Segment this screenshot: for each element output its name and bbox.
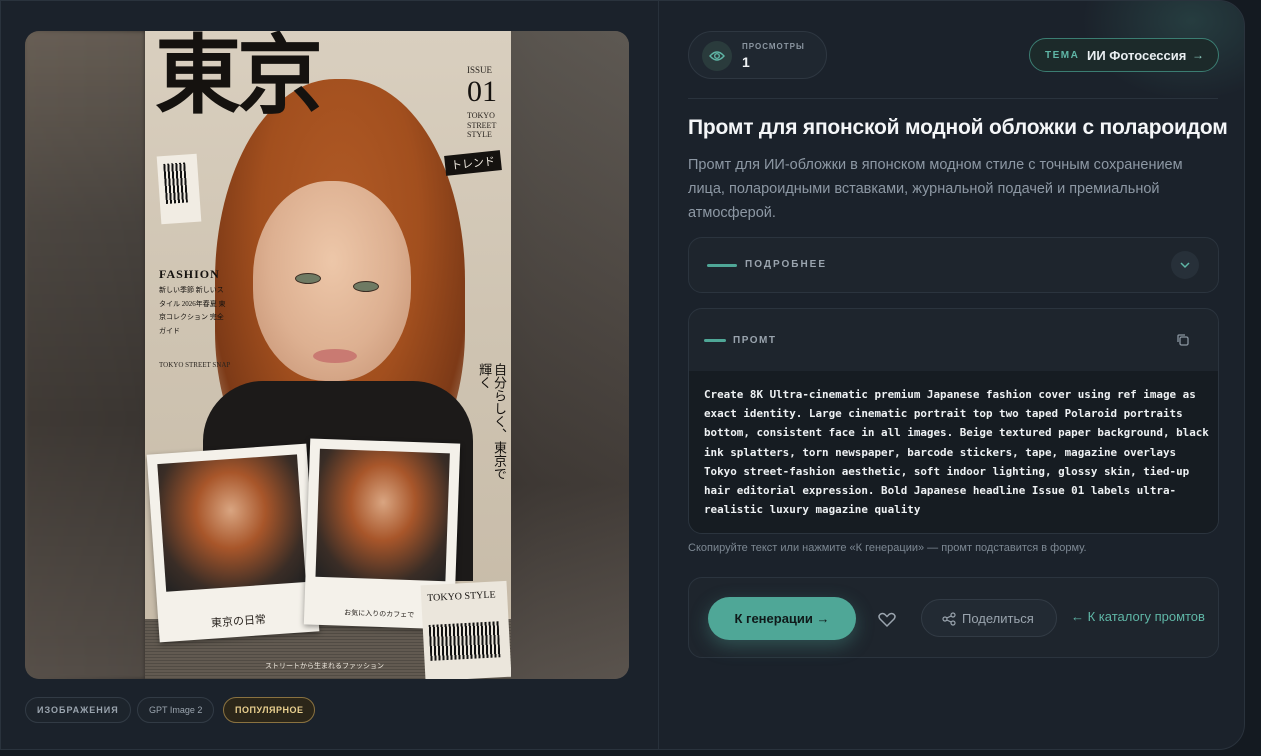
fashion-title: FASHION xyxy=(159,267,220,281)
accent-line xyxy=(704,339,726,342)
fashion-block: FASHION 新しい季節 新しいスタイル 2026年春夏 東京コレクション 完… xyxy=(159,267,229,338)
barcode xyxy=(428,621,501,661)
blurred-background-right xyxy=(511,31,629,679)
barcode-sticker xyxy=(156,153,202,225)
accent-line xyxy=(707,264,737,267)
tag-popular[interactable]: ПОПУЛЯРНОЕ xyxy=(223,697,316,723)
tag-model[interactable]: GPT Image 2 xyxy=(137,697,215,723)
prompt-header: ПРОМТ xyxy=(689,309,1218,371)
blurred-background-left xyxy=(25,31,145,679)
tag-images[interactable]: ИЗОБРАЖЕНИЯ xyxy=(25,697,131,723)
column-divider xyxy=(658,1,659,749)
details-accordion[interactable]: ПОДРОБНЕЕ xyxy=(688,237,1219,293)
views-label: ПРОСМОТРЫ xyxy=(742,42,805,51)
magazine-cover: 東京 ISSUE 01 TOKYO STREET STYLE トレンド FASH… xyxy=(145,31,511,679)
prompt-text[interactable]: Create 8K Ultra-cinematic premium Japane… xyxy=(704,385,1209,519)
polaroid-photo xyxy=(157,454,306,592)
lips xyxy=(313,349,357,363)
actions-bar: К генерации → Поделиться ← К каталогу пр… xyxy=(688,577,1219,658)
issue-subtitle: TOKYO STREET STYLE xyxy=(467,111,497,140)
copy-icon[interactable] xyxy=(1176,333,1190,352)
page-description: Промт для ИИ-обложки в японском модном с… xyxy=(688,157,1183,221)
views-counter: ПРОСМОТРЫ 1 xyxy=(688,31,827,79)
preview-image[interactable]: 東京 ISSUE 01 TOKYO STREET STYLE トレンド FASH… xyxy=(25,31,629,679)
page-title: Промт для японской модной обложки с пола… xyxy=(688,116,1228,139)
details-label: ПОДРОБНЕЕ xyxy=(745,259,828,270)
polaroid-1: 東京の日常 xyxy=(146,443,320,643)
back-to-catalog-link[interactable]: ← К каталогу промтов xyxy=(1071,609,1205,624)
theme-key: ТЕМА xyxy=(1045,50,1080,61)
fashion-lines: 新しい季節 新しいスタイル 2026年春夏 東京コレクション 完全ガイド xyxy=(159,285,226,335)
copy-hint: Скопируйте текст или нажмите «К генераци… xyxy=(688,542,1087,554)
cover-headline: 東京 xyxy=(155,31,323,126)
generate-button[interactable]: К генерации → xyxy=(708,597,856,640)
polaroid-photo xyxy=(315,448,450,582)
chevron-down-icon[interactable] xyxy=(1171,251,1199,279)
left-eye xyxy=(295,273,321,284)
tokyo-snap-label: TOKYO STREET SNAP xyxy=(159,361,231,369)
prompt-label: ПРОМТ xyxy=(733,335,777,346)
bottom-strip-text: ストリートから生まれるファッション xyxy=(265,663,384,670)
prompt-card: 東京 ISSUE 01 TOKYO STREET STYLE トレンド FASH… xyxy=(0,0,1245,750)
tokyo-style-label: TOKYO STYLE xyxy=(426,589,496,604)
views-value: 1 xyxy=(742,54,750,70)
prompt-panel: ПРОМТ Create 8K Ultra-cinematic premium … xyxy=(688,308,1219,534)
header-divider xyxy=(688,98,1218,99)
issue-label: ISSUE xyxy=(467,65,493,75)
share-icon xyxy=(942,612,956,626)
arrow-right-icon: → xyxy=(1192,48,1204,62)
prompt-body: Create 8K Ultra-cinematic premium Japane… xyxy=(689,371,1218,533)
share-button[interactable]: Поделиться xyxy=(921,599,1057,637)
heart-icon[interactable] xyxy=(875,607,899,631)
share-label: Поделиться xyxy=(962,611,1034,626)
issue-number: 01 xyxy=(467,75,497,108)
trend-label: トレンド xyxy=(444,150,502,176)
right-eye xyxy=(353,281,379,292)
polaroid-caption: 東京の日常 xyxy=(210,612,267,630)
tokyo-style-sticker: TOKYO STYLE xyxy=(420,580,511,679)
vertical-text: 自分らしく、東京で輝く xyxy=(476,363,506,480)
theme-value: ИИ Фотосессия xyxy=(1087,48,1187,63)
eye-icon xyxy=(702,41,732,71)
theme-link[interactable]: ТЕМА ИИ Фотосессия → xyxy=(1029,38,1219,72)
